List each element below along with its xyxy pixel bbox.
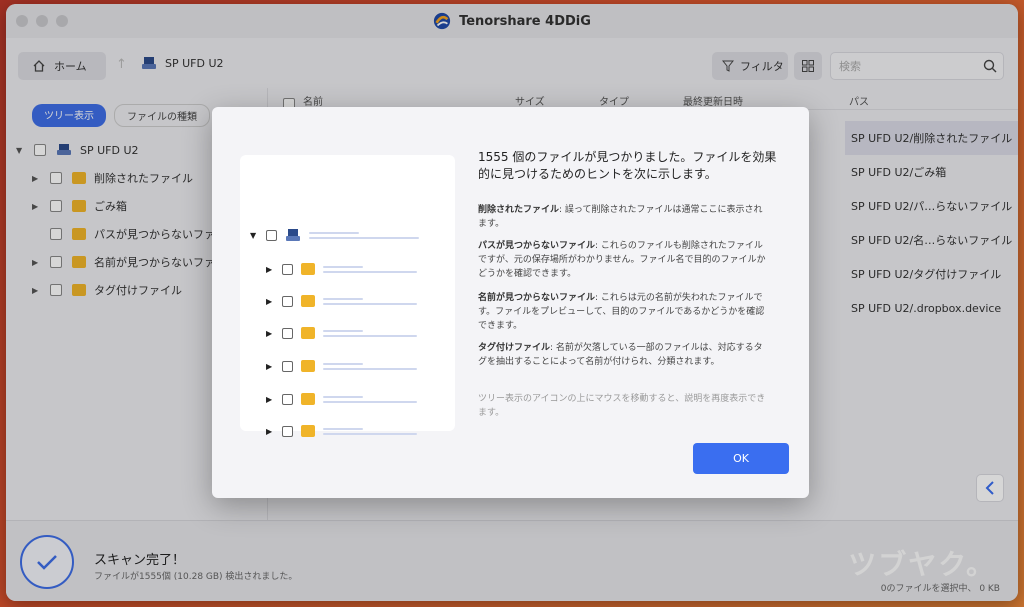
illustration-row: ▶ xyxy=(266,391,417,407)
expand-right-icon: ▶ xyxy=(266,296,273,306)
tip-term: タグ付けファイル xyxy=(478,343,551,353)
folder-icon xyxy=(301,393,315,405)
tips-dialog: ▼ ▶ ▶ ▶ ▶ ▶ ▶ 1555 個のファイルが見つかりました。ファイルを効… xyxy=(212,107,809,498)
expand-right-icon: ▶ xyxy=(266,328,273,338)
checkbox xyxy=(282,360,293,372)
tip-tagged: タグ付けファイル: 名前が欠落している一部のファイルは、対応するタグを抽出するこ… xyxy=(478,341,768,369)
checkbox xyxy=(266,229,277,241)
checkbox xyxy=(282,393,293,405)
expand-right-icon: ▶ xyxy=(266,361,273,371)
dialog-title: 1555 個のファイルが見つかりました。ファイルを効果的に見つけるためのヒントを… xyxy=(478,150,777,181)
folder-icon xyxy=(301,360,315,372)
illustration-root-row: ▼ xyxy=(250,227,419,243)
checkbox xyxy=(282,295,293,307)
ok-button[interactable]: OK xyxy=(693,443,789,474)
tip-lost-path: パスが見つからないファイル: これらのファイルも削除されたファイルですが、元の保… xyxy=(478,239,768,281)
tip-term: 削除されたファイル xyxy=(478,205,560,215)
illustration-row: ▶ xyxy=(266,423,417,439)
illustration-row: ▶ xyxy=(266,325,417,341)
folder-icon xyxy=(301,425,315,437)
expand-down-icon: ▼ xyxy=(250,230,257,240)
expand-right-icon: ▶ xyxy=(266,426,273,436)
drive-icon xyxy=(286,229,300,241)
expand-right-icon: ▶ xyxy=(266,394,273,404)
folder-icon xyxy=(301,263,315,275)
dialog-hint: ツリー表示のアイコンの上にマウスを移動すると、説明を再度表示できます。 xyxy=(478,394,766,418)
tip-term: パスが見つからないファイル xyxy=(478,241,596,251)
expand-right-icon: ▶ xyxy=(266,264,273,274)
tip-lost-name: 名前が見つからないファイル: これらは元の名前が失われたファイルです。ファイルを… xyxy=(478,291,768,333)
checkbox xyxy=(282,327,293,339)
checkbox xyxy=(282,425,293,437)
folder-icon xyxy=(301,327,315,339)
illustration-row: ▶ xyxy=(266,261,417,277)
checkbox xyxy=(282,263,293,275)
tip-term: 名前が見つからないファイル xyxy=(478,293,596,303)
folder-icon xyxy=(301,295,315,307)
illustration-row: ▶ xyxy=(266,358,417,374)
illustration-row: ▶ xyxy=(266,293,417,309)
tree-illustration: ▼ ▶ ▶ ▶ ▶ ▶ ▶ xyxy=(240,155,455,437)
tip-deleted: 削除されたファイル: 誤って削除されたファイルは通常ここに表示されます。 xyxy=(478,203,768,231)
